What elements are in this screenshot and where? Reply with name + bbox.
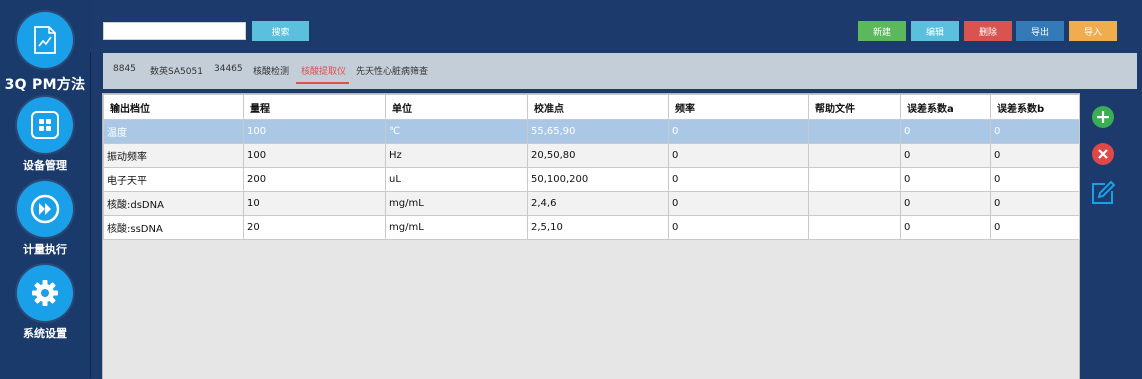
table-cell: 0 — [900, 191, 991, 216]
table-cell: mg/mL — [385, 191, 528, 216]
table-cell: 20 — [243, 215, 386, 240]
sidebar-item-measurement-execution[interactable]: 计量执行 — [0, 181, 90, 257]
edit-button[interactable]: 编辑 — [911, 21, 959, 41]
table-cell: 温度 — [103, 119, 244, 144]
table-cell: 0 — [668, 167, 809, 192]
table-cell: 核酸:ssDNA — [103, 215, 244, 240]
table-row[interactable]: 核酸:dsDNA 10 mg/mL 2,4,6 0 0 0 — [103, 191, 1080, 216]
table-cell — [808, 119, 901, 144]
sidebar-brand[interactable]: 3Q PM方法 — [0, 12, 90, 94]
table-cell: 55,65,90 — [527, 119, 669, 144]
table-cell: 0 — [990, 119, 1080, 144]
table-cell: 50,100,200 — [527, 167, 669, 192]
search-input[interactable] — [103, 22, 246, 40]
document-chart-icon — [17, 12, 73, 68]
table-cell: 0 — [990, 143, 1080, 168]
table-cell: 100 — [243, 143, 386, 168]
sidebar: 3Q PM方法 设备管理 计量执行 系统设置 — [0, 0, 91, 378]
table-cell: 10 — [243, 191, 386, 216]
table-cell: 0 — [990, 191, 1080, 216]
table-cell: 0 — [900, 167, 991, 192]
brand-label: 3Q PM方法 — [4, 77, 86, 93]
table-cell: 100 — [243, 119, 386, 144]
table-cell — [808, 167, 901, 192]
toolbar: 搜索 新建 编辑 删除 导出 导入 — [90, 0, 1142, 52]
tab-34465[interactable]: 34465 — [214, 64, 243, 74]
table-cell: 0 — [668, 143, 809, 168]
table-cell: mg/mL — [385, 215, 528, 240]
data-grid: 输出档位 量程 单位 校准点 频率 帮助文件 误差系数a 误差系数b 温度 10… — [102, 93, 1080, 379]
column-header[interactable]: 频率 — [668, 94, 809, 120]
table-cell: 0 — [668, 215, 809, 240]
sidebar-item-label: 系统设置 — [23, 327, 67, 340]
new-button[interactable]: 新建 — [858, 21, 906, 41]
table-cell: 2,5,10 — [527, 215, 669, 240]
table-cell: 核酸:dsDNA — [103, 191, 244, 216]
tab-congenital-heart-screening[interactable]: 先天性心脏病筛查 — [356, 64, 428, 77]
sidebar-item-label: 设备管理 — [23, 159, 67, 172]
sidebar-item-device-management[interactable]: 设备管理 — [0, 97, 90, 173]
table-cell: uL — [385, 167, 528, 192]
active-tab-indicator — [296, 82, 349, 84]
table-cell — [808, 191, 901, 216]
tab-nucleic-acid-test[interactable]: 核酸检测 — [253, 64, 289, 77]
column-header[interactable]: 量程 — [243, 94, 386, 120]
grid-icon — [17, 97, 73, 153]
export-button[interactable]: 导出 — [1016, 21, 1064, 41]
table-cell — [808, 143, 901, 168]
add-icon[interactable] — [1092, 106, 1114, 128]
tab-bar: 8845 数英SA5051 34465 核酸检测 核酸提取仪 先天性心脏病筛查 — [103, 53, 1137, 89]
sidebar-item-system-settings[interactable]: 系统设置 — [0, 265, 90, 341]
tab-nucleic-acid-extractor[interactable]: 核酸提取仪 — [301, 64, 346, 77]
table-row[interactable]: 核酸:ssDNA 20 mg/mL 2,5,10 0 0 0 — [103, 215, 1080, 240]
delete-button[interactable]: 删除 — [964, 21, 1012, 41]
table-cell: 0 — [900, 215, 991, 240]
import-button[interactable]: 导入 — [1069, 21, 1117, 41]
column-header[interactable]: 误差系数a — [900, 94, 991, 120]
table-cell: 2,4,6 — [527, 191, 669, 216]
table-cell: 0 — [668, 191, 809, 216]
table-cell: 0 — [900, 143, 991, 168]
data-table: 输出档位 量程 单位 校准点 频率 帮助文件 误差系数a 误差系数b 温度 10… — [103, 94, 1080, 240]
table-header-row: 输出档位 量程 单位 校准点 频率 帮助文件 误差系数a 误差系数b — [103, 94, 1080, 120]
column-header[interactable]: 帮助文件 — [808, 94, 901, 120]
table-cell: 振动频率 — [103, 143, 244, 168]
table-row[interactable]: 温度 100 ℃ 55,65,90 0 0 0 — [103, 119, 1080, 144]
edit-icon[interactable] — [1090, 180, 1116, 206]
remove-icon[interactable] — [1092, 143, 1114, 165]
tab-sa5051[interactable]: 数英SA5051 — [150, 64, 203, 77]
gear-icon — [17, 265, 73, 321]
table-cell: 200 — [243, 167, 386, 192]
search-button[interactable]: 搜索 — [252, 21, 309, 41]
table-row[interactable]: 振动频率 100 Hz 20,50,80 0 0 0 — [103, 143, 1080, 168]
column-header[interactable]: 单位 — [385, 94, 528, 120]
fast-forward-icon — [17, 181, 73, 237]
table-cell: Hz — [385, 143, 528, 168]
column-header[interactable]: 输出档位 — [103, 94, 244, 120]
table-cell: 20,50,80 — [527, 143, 669, 168]
table-cell: ℃ — [385, 119, 528, 144]
table-cell: 0 — [990, 215, 1080, 240]
table-cell: 0 — [990, 167, 1080, 192]
sidebar-item-label: 计量执行 — [23, 243, 67, 256]
table-row[interactable]: 电子天平 200 uL 50,100,200 0 0 0 — [103, 167, 1080, 192]
column-header[interactable]: 校准点 — [527, 94, 669, 120]
table-cell: 0 — [900, 119, 991, 144]
column-header[interactable]: 误差系数b — [990, 94, 1080, 120]
table-cell: 电子天平 — [103, 167, 244, 192]
table-cell — [808, 215, 901, 240]
tab-8845[interactable]: 8845 — [113, 64, 136, 74]
table-cell: 0 — [668, 119, 809, 144]
